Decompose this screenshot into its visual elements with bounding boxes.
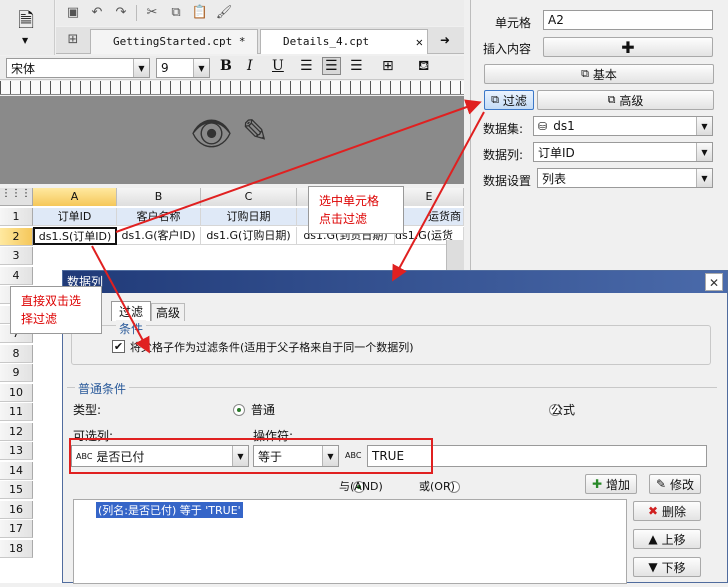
- arrow-to-tab: [91, 245, 150, 354]
- arrow-to-filter: [115, 99, 482, 233]
- annotation-arrows: [91, 99, 485, 354]
- arrow-to-dialog: [392, 111, 485, 282]
